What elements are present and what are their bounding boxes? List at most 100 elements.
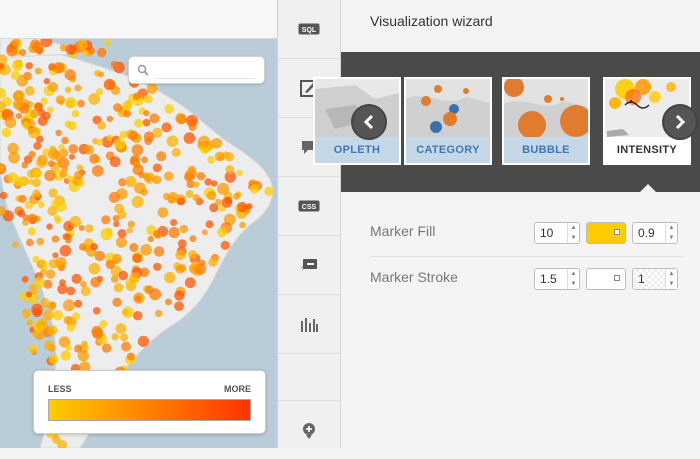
intensity-point <box>28 126 40 139</box>
intensity-point <box>249 184 259 194</box>
intensity-point <box>54 216 62 224</box>
intensity-point <box>109 156 121 168</box>
svg-text:CSS: CSS <box>302 204 317 211</box>
legend-tool-button[interactable]: ? <box>278 236 340 295</box>
map-canvas[interactable]: LESS MORE <box>0 0 277 448</box>
intensity-point <box>48 82 58 92</box>
intensity-point <box>51 199 60 209</box>
intensity-point <box>99 320 108 329</box>
intensity-point <box>206 190 217 201</box>
intensity-point <box>133 311 143 321</box>
intensity-point <box>74 84 82 92</box>
intensity-point <box>25 291 32 298</box>
intensity-point <box>175 249 186 261</box>
add-layer-button[interactable] <box>278 400 340 459</box>
intensity-point <box>224 196 233 205</box>
intensity-point <box>4 116 17 128</box>
svg-text:SQL: SQL <box>302 27 317 34</box>
intensity-point <box>131 195 144 208</box>
intensity-point <box>168 227 180 239</box>
intensity-point <box>84 224 94 233</box>
marker-fill-color-swatch[interactable] <box>586 222 626 244</box>
sql-tool-button[interactable]: SQL <box>278 0 340 59</box>
marker-stroke-color-swatch[interactable] <box>586 268 626 290</box>
intensity-point <box>237 201 248 213</box>
intensity-point <box>88 262 101 275</box>
intensity-point <box>132 164 144 176</box>
intensity-point <box>128 130 139 141</box>
intensity-point <box>131 144 144 156</box>
stepper-arrows[interactable]: ▲ ▼ <box>567 223 579 243</box>
marker-fill-opacity-stepper[interactable]: 0.9 ▲ ▼ <box>632 222 678 244</box>
marker-stroke-width-stepper[interactable]: 1.5 ▲ ▼ <box>534 268 580 290</box>
intensity-point <box>155 309 163 318</box>
intensity-point <box>77 350 89 362</box>
stepper-arrows[interactable]: ▲ ▼ <box>665 223 677 243</box>
stepper-arrows[interactable]: ▲ ▼ <box>567 269 579 289</box>
intensity-point <box>196 172 206 181</box>
intensity-point <box>48 354 59 364</box>
marker-stroke-opacity-stepper[interactable]: 1 ▲ ▼ <box>632 268 678 290</box>
marker-fill-label: Marker Fill <box>370 223 436 239</box>
map-search-box[interactable] <box>128 56 265 84</box>
intensity-point <box>27 213 38 224</box>
bubble-card[interactable]: BUBBLE <box>502 77 590 165</box>
search-input[interactable] <box>155 62 255 79</box>
intensity-point <box>51 235 60 243</box>
intensity-point <box>177 197 185 206</box>
intensity-point <box>141 156 148 164</box>
intensity-point <box>164 171 174 181</box>
intensity-point <box>105 259 116 270</box>
intensity-point <box>53 310 64 321</box>
intensity-point <box>101 343 112 353</box>
intensity-point <box>69 216 82 228</box>
intensity-point <box>164 271 176 284</box>
intensity-point <box>45 269 56 279</box>
intensity-point <box>117 229 127 238</box>
intensity-point <box>129 272 140 284</box>
intensity-point <box>146 83 158 94</box>
intensity-point <box>68 144 78 154</box>
intensity-point <box>10 70 21 81</box>
intensity-point <box>52 252 59 259</box>
intensity-point <box>112 215 120 222</box>
intensity-point <box>165 298 172 306</box>
intensity-point <box>157 207 169 218</box>
intensity-point <box>76 164 84 171</box>
intensity-point <box>125 175 137 188</box>
intensity-point <box>78 225 85 231</box>
filters-tool-button[interactable] <box>278 295 340 354</box>
intensity-point <box>167 192 179 203</box>
intensity-point <box>161 122 172 133</box>
intensity-point <box>51 150 61 159</box>
stepper-arrows[interactable]: ▲ ▼ <box>665 269 677 289</box>
intensity-point <box>81 340 88 348</box>
intensity-point <box>96 138 104 146</box>
stepper-value: 1 <box>638 272 645 286</box>
intensity-point <box>1 127 12 138</box>
intensity-point <box>147 235 154 243</box>
panel-title: Visualization wizard <box>370 13 493 29</box>
intensity-point <box>63 315 73 325</box>
intensity-point <box>52 62 65 74</box>
intensity-point <box>111 333 119 341</box>
intensity-point <box>103 78 116 91</box>
intensity-point <box>32 178 41 188</box>
intensity-point <box>19 49 27 56</box>
intensity-point <box>174 290 185 301</box>
css-tool-button[interactable]: CSS <box>278 177 340 236</box>
intensity-point <box>152 163 162 173</box>
marker-fill-width-stepper[interactable]: 10 ▲ ▼ <box>534 222 580 244</box>
intensity-point <box>106 115 114 123</box>
intensity-point <box>31 168 42 179</box>
category-card[interactable]: CATEGORY <box>404 77 492 165</box>
intensity-point <box>84 144 94 155</box>
carousel-prev-button[interactable] <box>351 104 387 140</box>
intensity-point <box>90 277 101 288</box>
carousel-next-button[interactable] <box>662 104 698 140</box>
intensity-point <box>143 131 155 142</box>
intensity-point <box>143 110 150 117</box>
intensity-point <box>6 45 18 57</box>
intensity-point <box>14 91 22 99</box>
intensity-point <box>67 121 77 131</box>
